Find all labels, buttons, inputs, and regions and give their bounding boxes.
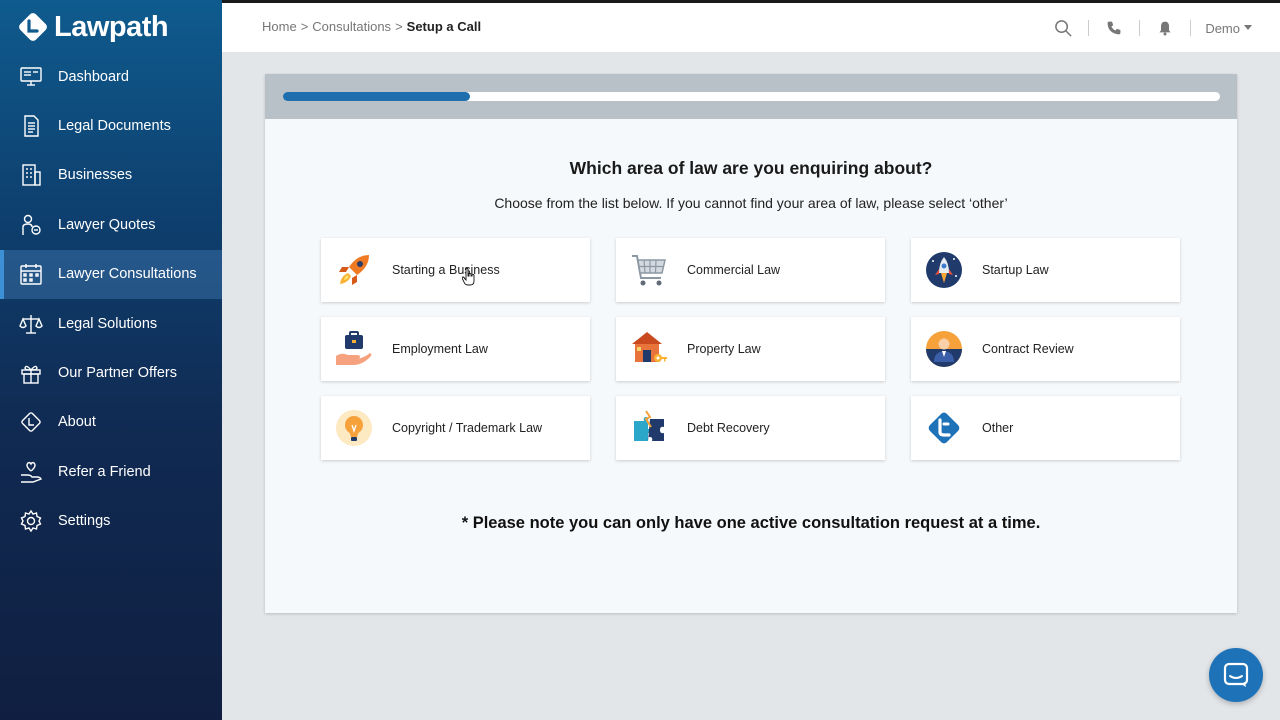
heart-hand-icon [18,459,44,485]
top-actions: Demo [1052,17,1252,39]
consultation-wizard-card: Which area of law are you enquiring abou… [265,74,1237,613]
sidebar-item-legal-solutions[interactable]: Legal Solutions [0,299,222,348]
gear-icon [18,508,44,534]
document-icon [18,113,44,139]
phone-icon[interactable] [1103,17,1125,39]
option-starting-a-business[interactable]: Starting a Business [321,238,590,302]
sidebar: Lawpath Dashboard Legal Documents Busine… [0,0,222,720]
sidebar-item-lawyer-quotes[interactable]: Lawyer Quotes [0,200,222,249]
shopping-cart-icon [630,251,668,289]
breadcrumb-consultations[interactable]: Consultations [312,19,391,34]
sidebar-item-label: Lawyer Quotes [58,216,156,233]
option-property-law[interactable]: Property Law [616,317,885,381]
about-logo-icon [18,409,44,435]
option-other[interactable]: Other [911,396,1180,460]
option-label: Other [982,421,1014,435]
breadcrumb-home[interactable]: Home [262,19,297,34]
person-sunset-icon [925,330,963,368]
lawyer-quote-icon [18,212,44,238]
lawpath-logo-icon [19,13,47,41]
sidebar-item-label: Our Partner Offers [58,365,177,382]
chat-icon [1223,662,1249,687]
logo-text: Lawpath [54,10,169,43]
sidebar-item-label: Legal Documents [58,118,171,135]
user-name: Demo [1205,20,1240,36]
law-area-options: Starting a Business Commercial Law Start… [321,238,1180,460]
lawpath-logo-icon [925,409,963,447]
rocket-icon [335,251,373,289]
sidebar-item-about[interactable]: About [0,398,222,447]
sidebar-item-label: Businesses [58,167,133,184]
dashboard-icon [18,64,44,90]
puzzle-icon [630,409,668,447]
building-icon [18,162,44,188]
progress-bar [283,92,1220,101]
divider [1190,20,1192,36]
sidebar-item-label: About [58,414,96,431]
sidebar-item-label: Lawyer Consultations [58,266,197,283]
sidebar-item-label: Settings [58,513,111,530]
lawpath-logo[interactable]: Lawpath [18,10,169,44]
option-label: Starting a Business [392,263,500,277]
single-request-note: * Please note you can only have one acti… [461,514,1041,532]
option-label: Commercial Law [687,263,781,277]
progress-fill [283,92,471,101]
top-bar: Home > Consultations > Setup a Call Demo [222,0,1280,52]
sidebar-nav: Dashboard Legal Documents Businesses Law… [0,52,222,546]
gift-icon [18,360,44,386]
option-contract-review[interactable]: Contract Review [911,317,1180,381]
startup-rocket-icon [925,251,963,289]
progress-header [265,74,1237,119]
search-icon[interactable] [1052,17,1074,39]
sidebar-item-partner-offers[interactable]: Our Partner Offers [0,348,222,397]
sidebar-item-label: Refer a Friend [58,463,151,480]
option-startup-law[interactable]: Startup Law [911,238,1180,302]
breadcrumb: Home > Consultations > Setup a Call [262,19,481,34]
breadcrumb-separator: > [300,19,309,34]
sidebar-item-label: Legal Solutions [58,315,158,332]
divider [1139,20,1141,36]
chevron-down-icon [1244,25,1252,30]
option-label: Contract Review [982,342,1074,356]
option-label: Employment Law [392,342,488,356]
briefcase-hand-icon [335,330,373,368]
sidebar-item-businesses[interactable]: Businesses [0,151,222,200]
sidebar-item-refer-a-friend[interactable]: Refer a Friend [0,447,222,496]
option-employment-law[interactable]: Employment Law [321,317,590,381]
option-label: Startup Law [982,263,1049,277]
sidebar-item-lawyer-consultations[interactable]: Lawyer Consultations [0,249,222,300]
option-copyright-trademark-law[interactable]: Copyright / Trademark Law [321,396,590,460]
question-title: Which area of law are you enquiring abou… [569,158,933,178]
house-key-icon [630,330,668,368]
option-label: Copyright / Trademark Law [392,421,543,435]
sidebar-item-dashboard[interactable]: Dashboard [0,52,222,101]
option-label: Property Law [687,342,761,356]
calendar-icon [18,261,44,287]
divider [1088,20,1090,36]
sidebar-item-label: Dashboard [58,68,129,85]
bell-icon[interactable] [1154,17,1176,39]
chat-button[interactable] [1209,648,1263,702]
breadcrumb-current: Setup a Call [406,19,482,34]
sidebar-item-legal-documents[interactable]: Legal Documents [0,101,222,150]
breadcrumb-separator: > [395,19,403,34]
option-commercial-law[interactable]: Commercial Law [616,238,885,302]
lightbulb-icon [335,409,373,447]
option-debt-recovery[interactable]: Debt Recovery [616,396,885,460]
sidebar-item-settings[interactable]: Settings [0,497,222,546]
user-menu[interactable]: Demo [1205,21,1252,36]
option-label: Debt Recovery [687,421,770,435]
scales-icon [18,311,44,337]
instruction-text: Choose from the list below. If you canno… [494,195,1008,211]
